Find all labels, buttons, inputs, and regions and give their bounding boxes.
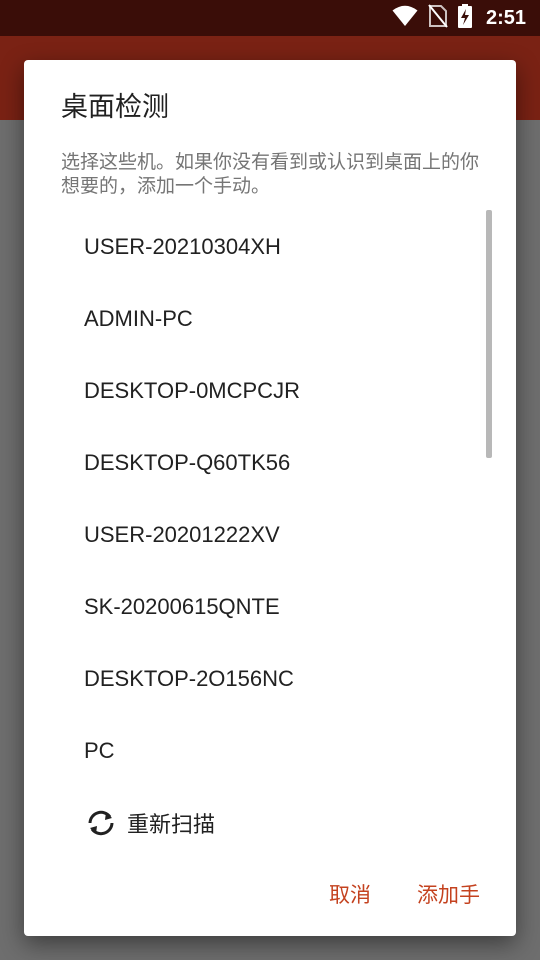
no-sim-icon bbox=[428, 4, 448, 32]
list-scrollbar[interactable] bbox=[486, 210, 492, 458]
battery-charging-icon bbox=[457, 4, 472, 32]
list-item[interactable]: DESKTOP-0MCPCJR bbox=[24, 355, 516, 427]
list-item[interactable]: DESKTOP-2O156NC bbox=[24, 643, 516, 715]
desktop-list: USER-20210304XH ADMIN-PC DESKTOP-0MCPCJR… bbox=[24, 211, 516, 859]
dialog-actions: 取消 添加手 bbox=[329, 880, 480, 910]
add-manual-button[interactable]: 添加手 bbox=[417, 880, 480, 910]
rescan-label: 重新扫描 bbox=[127, 813, 216, 838]
list-item[interactable]: DESKTOP-Q60TK56 bbox=[24, 427, 516, 499]
status-bar: 2:51 bbox=[0, 0, 540, 36]
desktop-detection-dialog: 桌面检测 选择这些机。如果你没有看到或认识到桌面上的你想要的，添加一个手动。 U… bbox=[24, 60, 516, 936]
status-time: 2:51 bbox=[485, 6, 526, 29]
dialog-message: 选择这些机。如果你没有看到或认识到桌面上的你想要的，添加一个手动。 bbox=[61, 151, 480, 197]
status-icons: 2:51 bbox=[392, 0, 526, 36]
rescan-button[interactable]: 重新扫描 bbox=[24, 787, 516, 859]
cancel-button[interactable]: 取消 bbox=[329, 880, 371, 910]
list-item[interactable]: ADMIN-PC bbox=[24, 283, 516, 355]
list-item[interactable]: PC bbox=[24, 715, 516, 787]
refresh-icon bbox=[84, 806, 118, 840]
list-item[interactable]: USER-20201222XV bbox=[24, 499, 516, 571]
list-item[interactable]: SK-20200615QNTE bbox=[24, 571, 516, 643]
dialog-title: 桌面检测 bbox=[61, 92, 169, 123]
list-item[interactable]: USER-20210304XH bbox=[24, 211, 516, 283]
wifi-icon bbox=[392, 5, 418, 31]
